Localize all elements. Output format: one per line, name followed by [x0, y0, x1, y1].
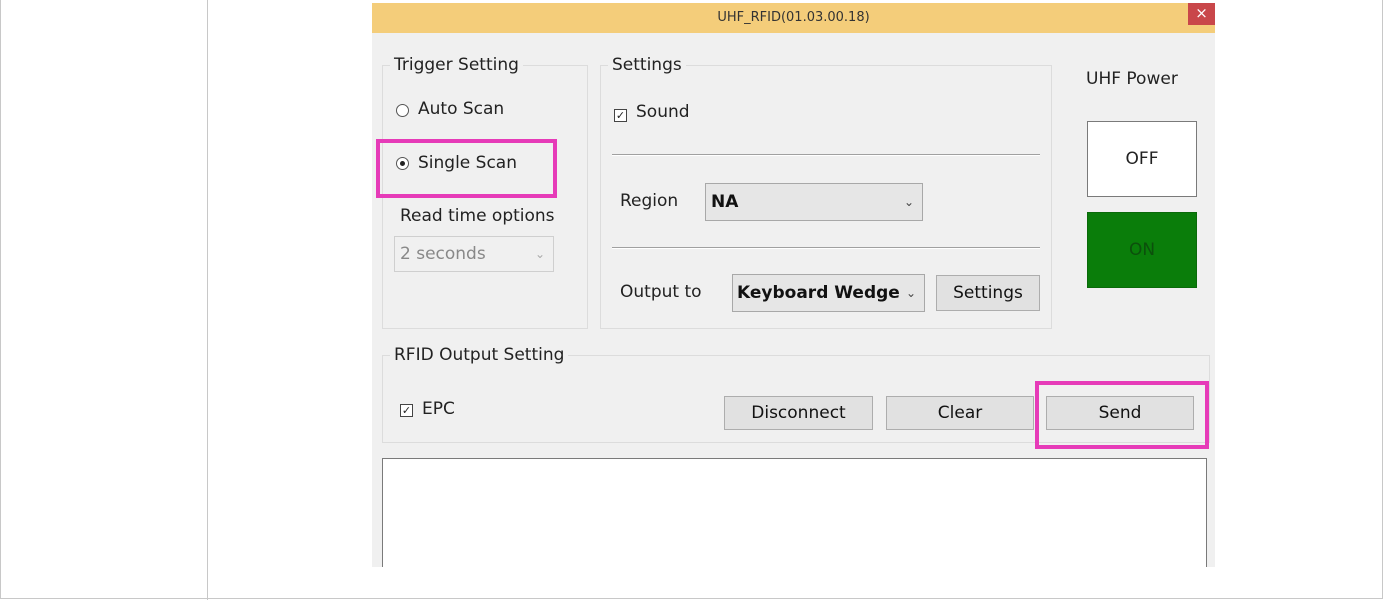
rfid-output-textarea[interactable]: [382, 458, 1207, 567]
output-settings-button[interactable]: Settings: [936, 275, 1040, 311]
output-to-select[interactable]: Keyboard Wedge ⌄: [732, 274, 925, 312]
epc-checkbox[interactable]: ✓: [400, 404, 413, 417]
sound-label[interactable]: Sound: [636, 102, 690, 122]
power-on-label: ON: [1128, 240, 1156, 260]
output-to-label: Output to: [620, 282, 702, 302]
auto-scan-label[interactable]: Auto Scan: [418, 99, 504, 119]
rfid-output-legend: RFID Output Setting: [390, 345, 569, 365]
read-time-value: 2 seconds: [400, 244, 486, 264]
settings-separator-top: [612, 154, 1040, 156]
document-column-divider: [207, 0, 208, 600]
read-time-label: Read time options: [400, 206, 555, 226]
sound-checkbox[interactable]: ✓: [614, 109, 627, 122]
power-on-button[interactable]: ON: [1087, 212, 1197, 288]
uhf-power-label: UHF Power: [1086, 69, 1178, 89]
close-button[interactable]: ×: [1188, 3, 1215, 25]
clear-button[interactable]: Clear: [886, 396, 1034, 430]
region-select[interactable]: NA ⌄: [705, 183, 923, 221]
region-label: Region: [620, 191, 679, 211]
read-time-select[interactable]: 2 seconds ⌄: [394, 236, 554, 272]
power-off-button[interactable]: OFF: [1087, 121, 1197, 197]
chevron-down-icon: ⌄: [903, 195, 914, 209]
chevron-down-icon: ⌄: [534, 247, 545, 261]
window-title: UHF_RFID(01.03.00.18): [717, 10, 870, 25]
settings-legend: Settings: [608, 55, 686, 75]
send-button-highlight: [1035, 381, 1209, 449]
power-off-label: OFF: [1125, 149, 1159, 169]
title-bar[interactable]: UHF_RFID(01.03.00.18) ×: [372, 3, 1215, 33]
trigger-setting-legend: Trigger Setting: [390, 55, 523, 75]
disconnect-button[interactable]: Disconnect: [724, 396, 873, 430]
close-icon: ×: [1195, 4, 1208, 22]
region-value: NA: [711, 192, 739, 212]
settings-separator-bottom: [612, 247, 1040, 249]
chevron-down-icon: ⌄: [905, 286, 916, 300]
epc-label[interactable]: EPC: [422, 399, 455, 419]
uhf-rfid-window: UHF_RFID(01.03.00.18) × Trigger Setting …: [372, 3, 1215, 567]
single-scan-highlight: [376, 139, 557, 198]
output-to-value: Keyboard Wedge: [737, 283, 900, 303]
auto-scan-radio[interactable]: [396, 104, 409, 117]
